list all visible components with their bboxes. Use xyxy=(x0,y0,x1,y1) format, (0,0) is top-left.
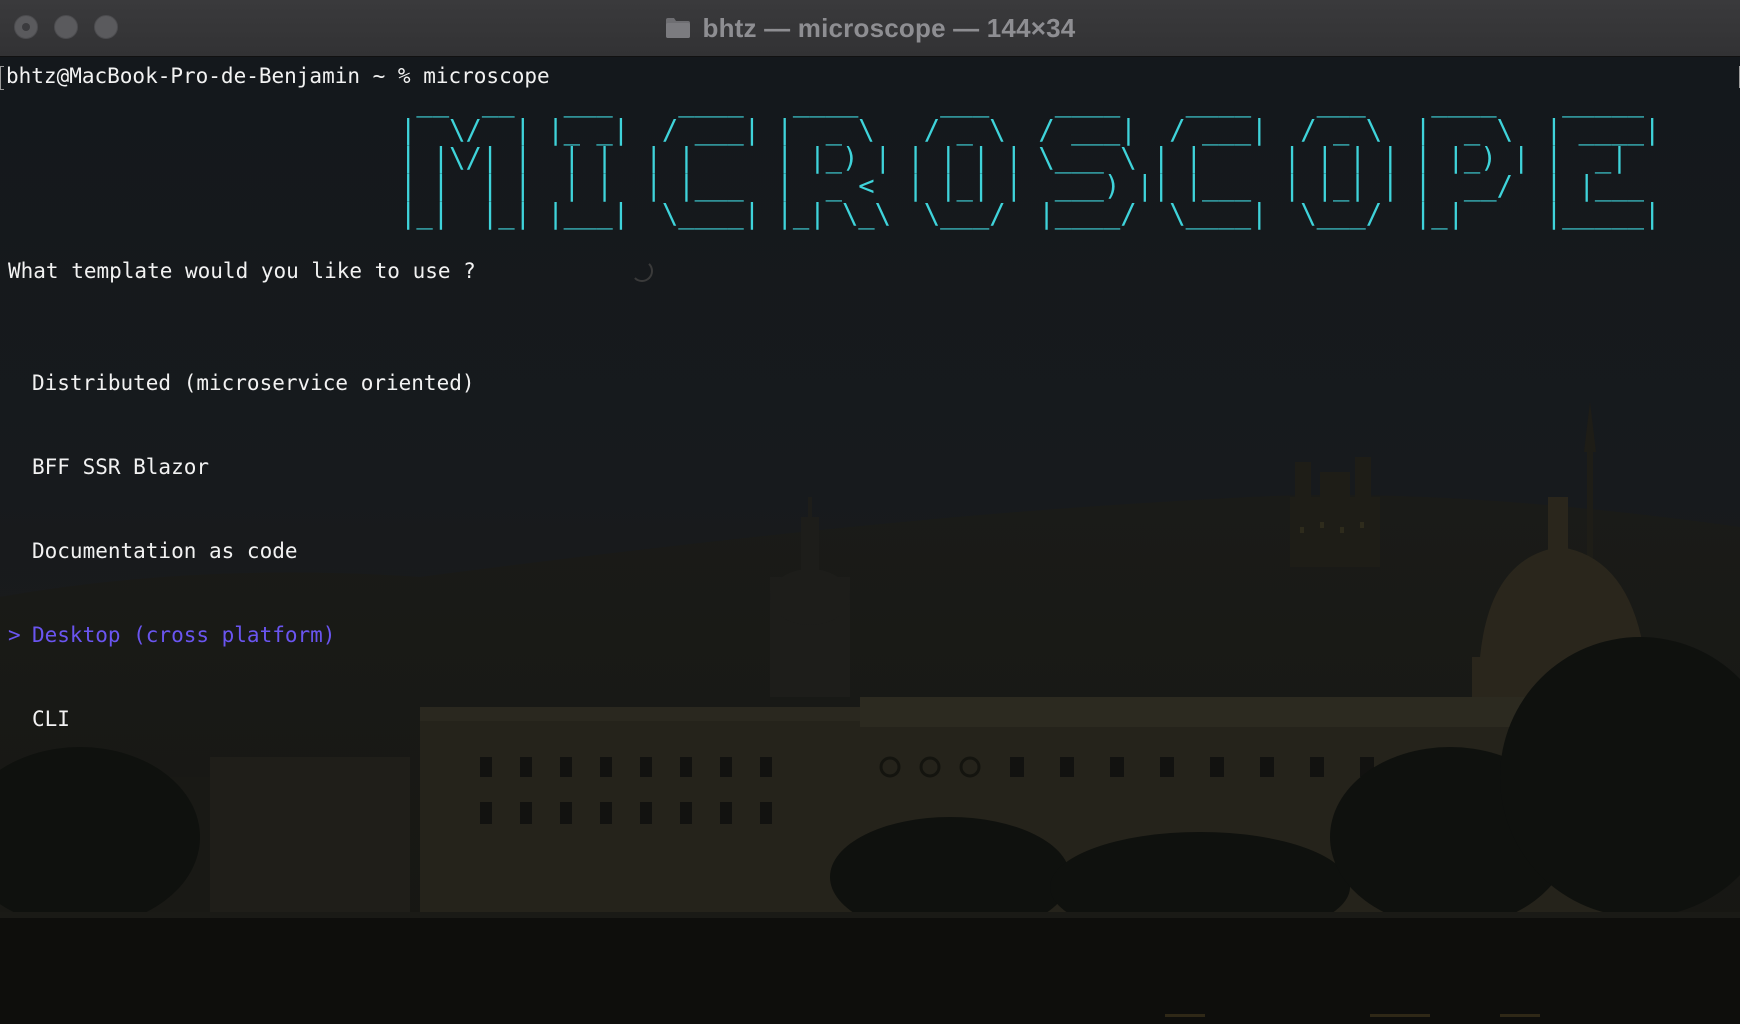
option-bff-ssr-blazor[interactable]: BFF SSR Blazor xyxy=(8,453,475,481)
folder-icon xyxy=(665,17,691,39)
title-bar[interactable]: bhtz — microscope — 144×34 xyxy=(0,0,1740,57)
mark-bracket-right xyxy=(1736,66,1740,88)
window-title: bhtz — microscope — 144×34 xyxy=(0,0,1740,56)
option-label: BFF SSR Blazor xyxy=(32,455,210,479)
option-desktop-cross-platform[interactable]: > Desktop (cross platform) xyxy=(8,621,475,649)
command-prompt-line: bhtz@MacBook-Pro-de-Benjamin ~ % microsc… xyxy=(6,64,550,88)
option-label: CLI xyxy=(32,707,70,731)
option-cli[interactable]: CLI xyxy=(8,705,475,733)
option-label: Distributed (microservice oriented) xyxy=(32,371,475,395)
option-documentation-as-code[interactable]: Documentation as code xyxy=(8,537,475,565)
mark-bracket-left xyxy=(0,66,4,90)
option-distributed[interactable]: Distributed (microservice oriented) xyxy=(8,369,475,397)
window-title-text: bhtz — microscope — 144×34 xyxy=(702,12,1076,43)
template-question: What template would you like to use ? xyxy=(8,259,476,283)
option-label: Documentation as code xyxy=(32,539,298,563)
template-options-list[interactable]: Distributed (microservice oriented) BFF … xyxy=(8,313,475,789)
microscope-ascii-banner: __ __ ___ ____ ____ ___ ____ ____ ___ __… xyxy=(400,87,1661,230)
crescent-spinner-icon xyxy=(631,260,653,282)
option-label: Desktop (cross platform) xyxy=(32,623,336,647)
terminal-content[interactable]: bhtz@MacBook-Pro-de-Benjamin ~ % microsc… xyxy=(0,57,1740,1024)
terminal-window: bhtz — microscope — 144×34 bhtz@MacBook-… xyxy=(0,0,1740,1024)
selection-marker: > xyxy=(8,623,21,647)
